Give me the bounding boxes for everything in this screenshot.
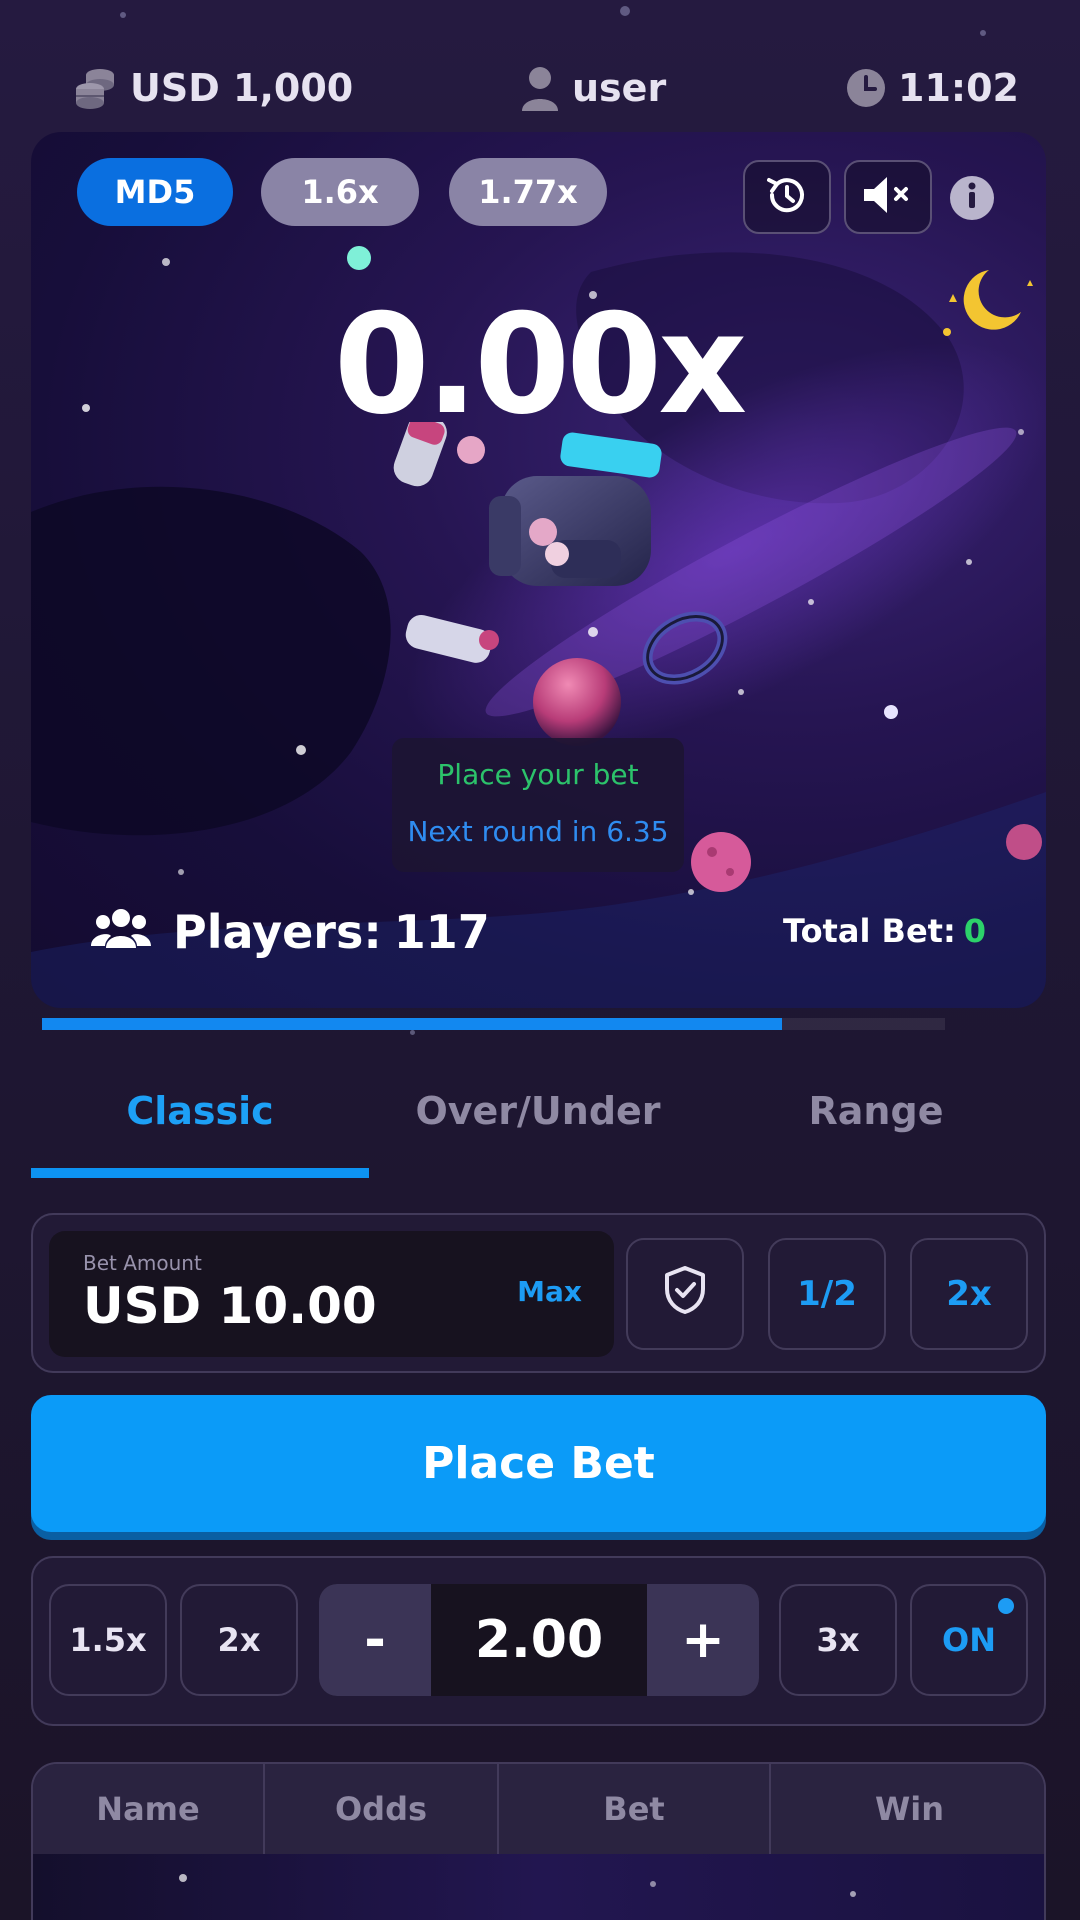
clock: 11:02: [846, 58, 1019, 118]
bg-star: [120, 12, 126, 18]
md5-badge[interactable]: MD5: [77, 158, 233, 226]
table-header: Name Odds Bet Win: [33, 1764, 1044, 1854]
user-icon: [520, 65, 560, 111]
total-bet-value: 0: [963, 912, 986, 950]
multiplier-stepper: - 2.00 +: [319, 1584, 759, 1696]
auto-toggle-label: ON: [942, 1621, 996, 1659]
auto-cashout-panel: 1.5x 2x - 2.00 + 3x ON: [31, 1556, 1046, 1726]
total-bet: Total Bet: 0: [783, 912, 986, 950]
column-header-odds[interactable]: Odds: [265, 1764, 499, 1854]
clock-icon: [846, 68, 886, 108]
double-bet-button[interactable]: 2x: [910, 1238, 1028, 1350]
max-bet-button[interactable]: Max: [517, 1275, 582, 1308]
bet-amount-panel: Bet Amount USD 10.00 Max 1/2 2x: [31, 1213, 1046, 1373]
players-counter: Players: 117: [91, 902, 490, 962]
mute-button[interactable]: [844, 160, 932, 234]
clock-time: 11:02: [898, 66, 1019, 110]
round-progress-bar: [42, 1018, 945, 1030]
tab-classic[interactable]: Classic: [31, 1070, 369, 1152]
info-button[interactable]: [950, 176, 994, 220]
bet-amount-label: Bet Amount: [83, 1251, 202, 1275]
round-progress-fill: [42, 1018, 783, 1030]
half-bet-button[interactable]: 1/2: [768, 1238, 886, 1350]
history-chip[interactable]: 1.6x: [261, 158, 419, 226]
place-bet-button[interactable]: Place Bet: [31, 1395, 1046, 1532]
auto-toggle-button[interactable]: ON: [910, 1584, 1028, 1696]
players-count: 117: [393, 905, 490, 959]
history-button[interactable]: [743, 160, 831, 234]
multiplier-display: 0.00x: [333, 284, 748, 445]
table-body-background: [179, 1874, 856, 1897]
protect-bet-button[interactable]: [626, 1238, 744, 1350]
history-icon: [763, 171, 811, 223]
total-bet-label: Total Bet:: [782, 912, 956, 950]
bet-amount-field[interactable]: Bet Amount USD 10.00 Max: [49, 1231, 614, 1357]
preset-1-5x-button[interactable]: 1.5x: [49, 1584, 167, 1696]
active-tab-indicator: [31, 1168, 369, 1178]
balance-text: USD 1,000: [130, 66, 354, 110]
history-chip[interactable]: 1.77x: [449, 158, 607, 226]
info-icon: [961, 181, 983, 215]
user-info: user: [520, 58, 666, 118]
column-header-name[interactable]: Name: [33, 1764, 265, 1854]
tab-range[interactable]: Range: [707, 1070, 1045, 1152]
multiplier-input[interactable]: 2.00: [431, 1584, 647, 1696]
tab-over-under[interactable]: Over/Under: [369, 1070, 707, 1152]
preset-3x-button[interactable]: 3x: [779, 1584, 897, 1696]
balance: USD 1,000: [72, 58, 353, 118]
column-header-bet[interactable]: Bet: [499, 1764, 771, 1854]
table-body: [33, 1854, 1044, 1920]
game-mode-tabs: Classic Over/Under Range: [31, 1070, 1046, 1180]
top-bar: USD 1,000 user 11:02: [0, 58, 1080, 118]
game-page: USD 1,000 user 11:02 MD5 1.6x 1.77x 0.00…: [0, 0, 1080, 1920]
game-canvas: MD5 1.6x 1.77x 0.00x Place your bet Next…: [31, 132, 1046, 1008]
column-header-win[interactable]: Win: [771, 1764, 1044, 1854]
preset-2x-button[interactable]: 2x: [180, 1584, 298, 1696]
mute-icon: [860, 173, 916, 221]
bg-star: [410, 1030, 415, 1035]
shield-check-icon: [663, 1265, 707, 1324]
status-message: Place your bet: [437, 758, 639, 791]
increment-button[interactable]: +: [647, 1584, 759, 1696]
bets-table: Name Odds Bet Win: [31, 1762, 1046, 1920]
decrement-button[interactable]: -: [319, 1584, 431, 1696]
players-icon: [91, 906, 151, 958]
players-label: Players:: [173, 905, 382, 959]
next-round-countdown: Next round in 6.35: [407, 815, 669, 848]
bg-star: [980, 30, 986, 36]
coins-icon: [72, 65, 118, 111]
bet-amount-value[interactable]: USD 10.00: [83, 1277, 377, 1335]
toggle-indicator-dot: [998, 1598, 1014, 1614]
round-status: Place your bet Next round in 6.35: [392, 738, 684, 872]
bg-star: [620, 6, 630, 16]
username: user: [572, 66, 667, 110]
